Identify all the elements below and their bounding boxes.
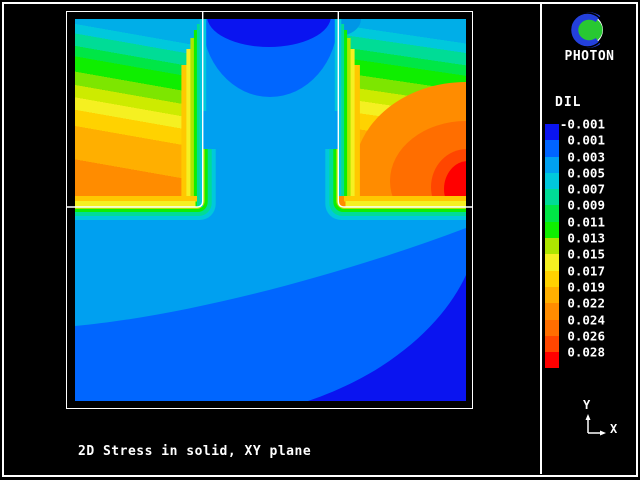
- legend-value: 0.022: [558, 297, 605, 310]
- legend-swatch: [545, 287, 559, 303]
- legend-swatch: [545, 205, 559, 221]
- legend-value: 0.026: [558, 329, 605, 342]
- contour-legend: -0.0010.0010.0030.0050.0070.0090.0110.01…: [545, 124, 605, 368]
- legend-value: 0.017: [558, 264, 605, 277]
- legend-swatch: [545, 140, 559, 156]
- contour-field-svg: [75, 19, 466, 401]
- legend-value: 0.003: [558, 150, 605, 163]
- legend-swatch: [545, 320, 559, 336]
- legend-value: 0.015: [558, 248, 605, 261]
- plot-title: 2D Stress in solid, XY plane: [78, 444, 311, 459]
- axis-triad: Y X: [560, 398, 630, 443]
- app-name-label: PHOTON: [541, 49, 638, 64]
- legend-value: 0.011: [558, 215, 605, 228]
- legend-value: 0.009: [558, 199, 605, 212]
- legend-value: 0.024: [558, 313, 605, 326]
- legend-swatch: [545, 352, 559, 368]
- legend-value: 0.007: [558, 183, 605, 196]
- legend-swatch: [545, 271, 559, 287]
- legend-swatch: [545, 222, 559, 238]
- axis-x-label: X: [610, 422, 617, 436]
- legend-swatch: [545, 254, 559, 270]
- photon-viewer-screen: 2D Stress in solid, XY plane PHOTON DIL …: [0, 0, 640, 480]
- legend-swatch: [545, 336, 559, 352]
- legend-value: -0.001: [558, 118, 605, 131]
- legend-swatch: [545, 157, 559, 173]
- legend-value: 0.001: [558, 134, 605, 147]
- legend-value: 0.005: [558, 166, 605, 179]
- legend-value: 0.019: [558, 280, 605, 293]
- legend-variable-label: DIL: [555, 95, 581, 110]
- panel-divider: [540, 3, 542, 474]
- legend-value: 0.013: [558, 232, 605, 245]
- legend-swatch: [545, 173, 559, 189]
- legend-value: 0.028: [558, 346, 605, 359]
- contour-plot: [75, 19, 466, 401]
- axis-y-label: Y: [583, 398, 590, 412]
- legend-swatch: [545, 303, 559, 319]
- legend-row: 0.028: [545, 352, 605, 368]
- photon-logo-icon: [568, 12, 607, 48]
- axis-arrows-icon: [560, 398, 630, 443]
- legend-swatch: [545, 189, 559, 205]
- legend-swatch: [545, 238, 559, 254]
- legend-swatch: [545, 124, 559, 140]
